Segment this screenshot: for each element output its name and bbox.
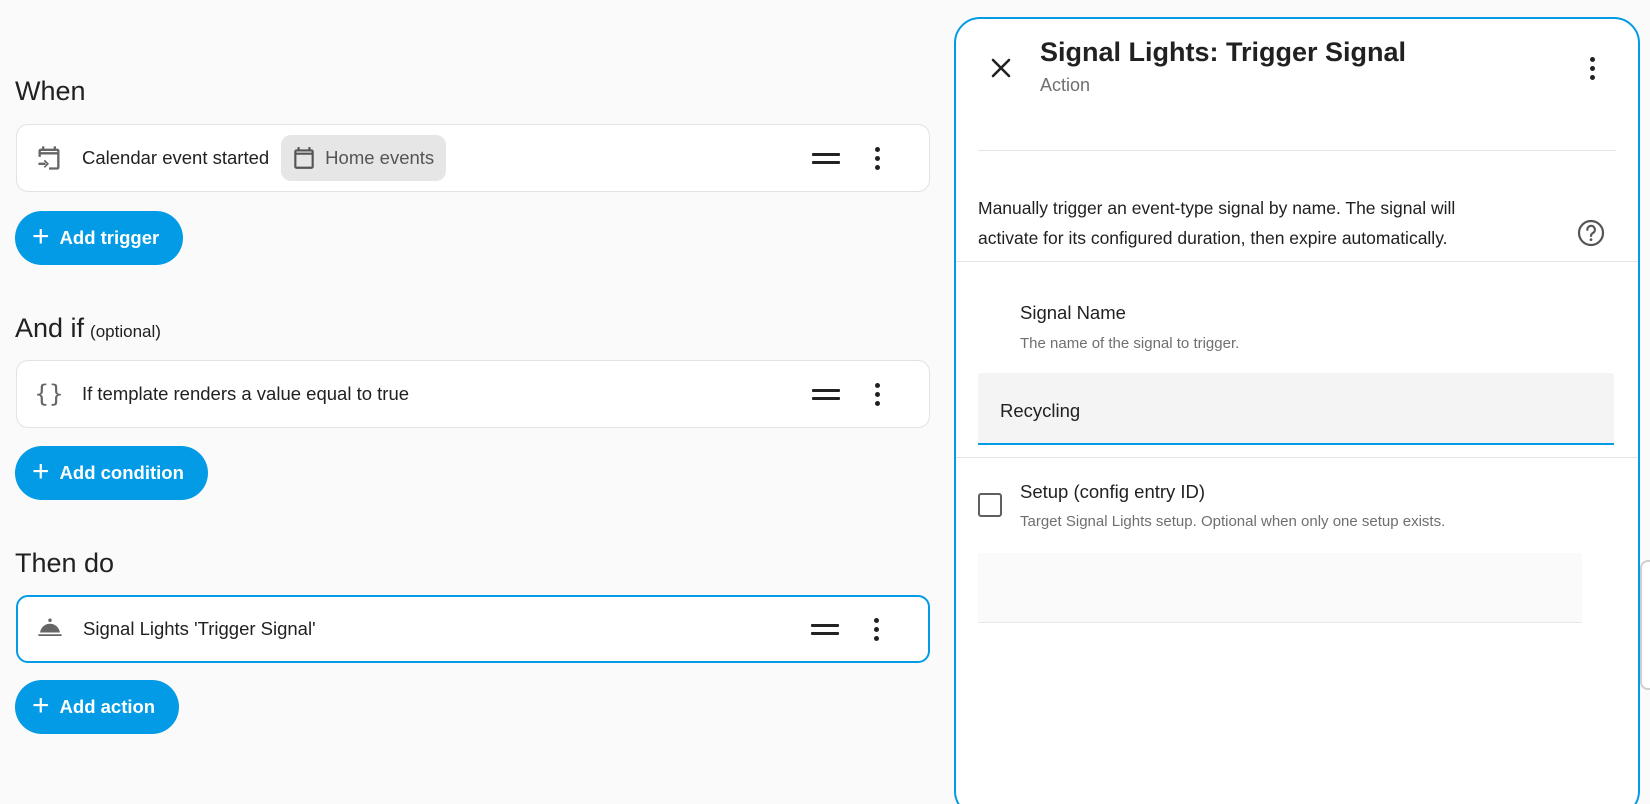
help-icon[interactable] xyxy=(1576,218,1606,248)
action-editor-panel: Signal Lights: Trigger Signal Action Man… xyxy=(954,17,1640,804)
condition-row[interactable]: {} If template renders a value equal to … xyxy=(16,360,930,428)
add-trigger-label: Add trigger xyxy=(59,227,160,248)
setup-description: Target Signal Lights setup. Optional whe… xyxy=(1020,513,1446,530)
add-condition-button[interactable]: + Add condition xyxy=(15,446,208,500)
add-action-label: Add action xyxy=(59,696,156,717)
template-braces-icon: {} xyxy=(34,380,64,408)
signal-name-description: The name of the signal to trigger. xyxy=(1020,335,1240,352)
signal-name-label: Signal Name xyxy=(1020,302,1126,323)
panel-title: Signal Lights: Trigger Signal xyxy=(1040,37,1407,67)
field-divider xyxy=(956,457,1638,458)
calendar-chip-label: Home events xyxy=(325,147,435,168)
signal-name-input[interactable]: Recycling xyxy=(978,373,1614,445)
condition-row-actions xyxy=(812,379,929,409)
plus-icon: + xyxy=(32,454,50,488)
optional-label: (optional) xyxy=(90,322,161,341)
description-divider xyxy=(956,261,1638,262)
add-action-button[interactable]: + Add action xyxy=(15,680,180,734)
panel-more-options-icon[interactable] xyxy=(1580,53,1604,83)
drag-handle-icon[interactable] xyxy=(812,379,840,409)
add-trigger-button[interactable]: + Add trigger xyxy=(15,211,184,265)
plus-icon: + xyxy=(32,219,50,253)
action-row-actions xyxy=(811,614,928,644)
action-description: Manually trigger an event-type signal by… xyxy=(978,198,1456,248)
condition-label: If template renders a value equal to tru… xyxy=(82,383,410,404)
trigger-row-actions xyxy=(812,143,929,173)
and-if-heading: And if (optional) xyxy=(15,313,161,344)
drag-handle-icon[interactable] xyxy=(812,143,840,173)
calendar-entity-chip[interactable]: Home events xyxy=(281,135,447,181)
calendar-start-icon xyxy=(34,143,64,173)
more-options-icon[interactable] xyxy=(865,143,889,173)
more-options-icon[interactable] xyxy=(865,379,889,409)
close-icon[interactable] xyxy=(986,53,1016,83)
scrollbar[interactable] xyxy=(1640,560,1650,690)
automation-builder: When Calendar event started Home events … xyxy=(0,0,950,804)
panel-subtitle: Action xyxy=(1040,75,1091,95)
calendar-icon xyxy=(294,147,314,169)
service-bell-icon xyxy=(35,614,65,644)
action-label: Signal Lights 'Trigger Signal' xyxy=(83,618,316,639)
automation-editor: When Calendar event started Home events … xyxy=(0,0,1650,804)
setup-label: Setup (config entry ID) xyxy=(1020,481,1206,502)
action-row[interactable]: Signal Lights 'Trigger Signal' xyxy=(16,595,930,663)
trigger-row[interactable]: Calendar event started Home events xyxy=(16,124,930,192)
drag-handle-icon[interactable] xyxy=(811,614,839,644)
plus-icon: + xyxy=(32,688,50,722)
setup-input[interactable] xyxy=(978,553,1582,623)
when-heading: When xyxy=(15,76,86,106)
and-if-title: And if xyxy=(15,313,85,343)
add-condition-label: Add condition xyxy=(59,462,184,483)
setup-checkbox[interactable] xyxy=(978,493,1002,517)
header-divider xyxy=(978,150,1616,151)
more-options-icon[interactable] xyxy=(864,614,888,644)
trigger-label: Calendar event started xyxy=(82,147,270,168)
then-do-heading: Then do xyxy=(15,548,115,578)
